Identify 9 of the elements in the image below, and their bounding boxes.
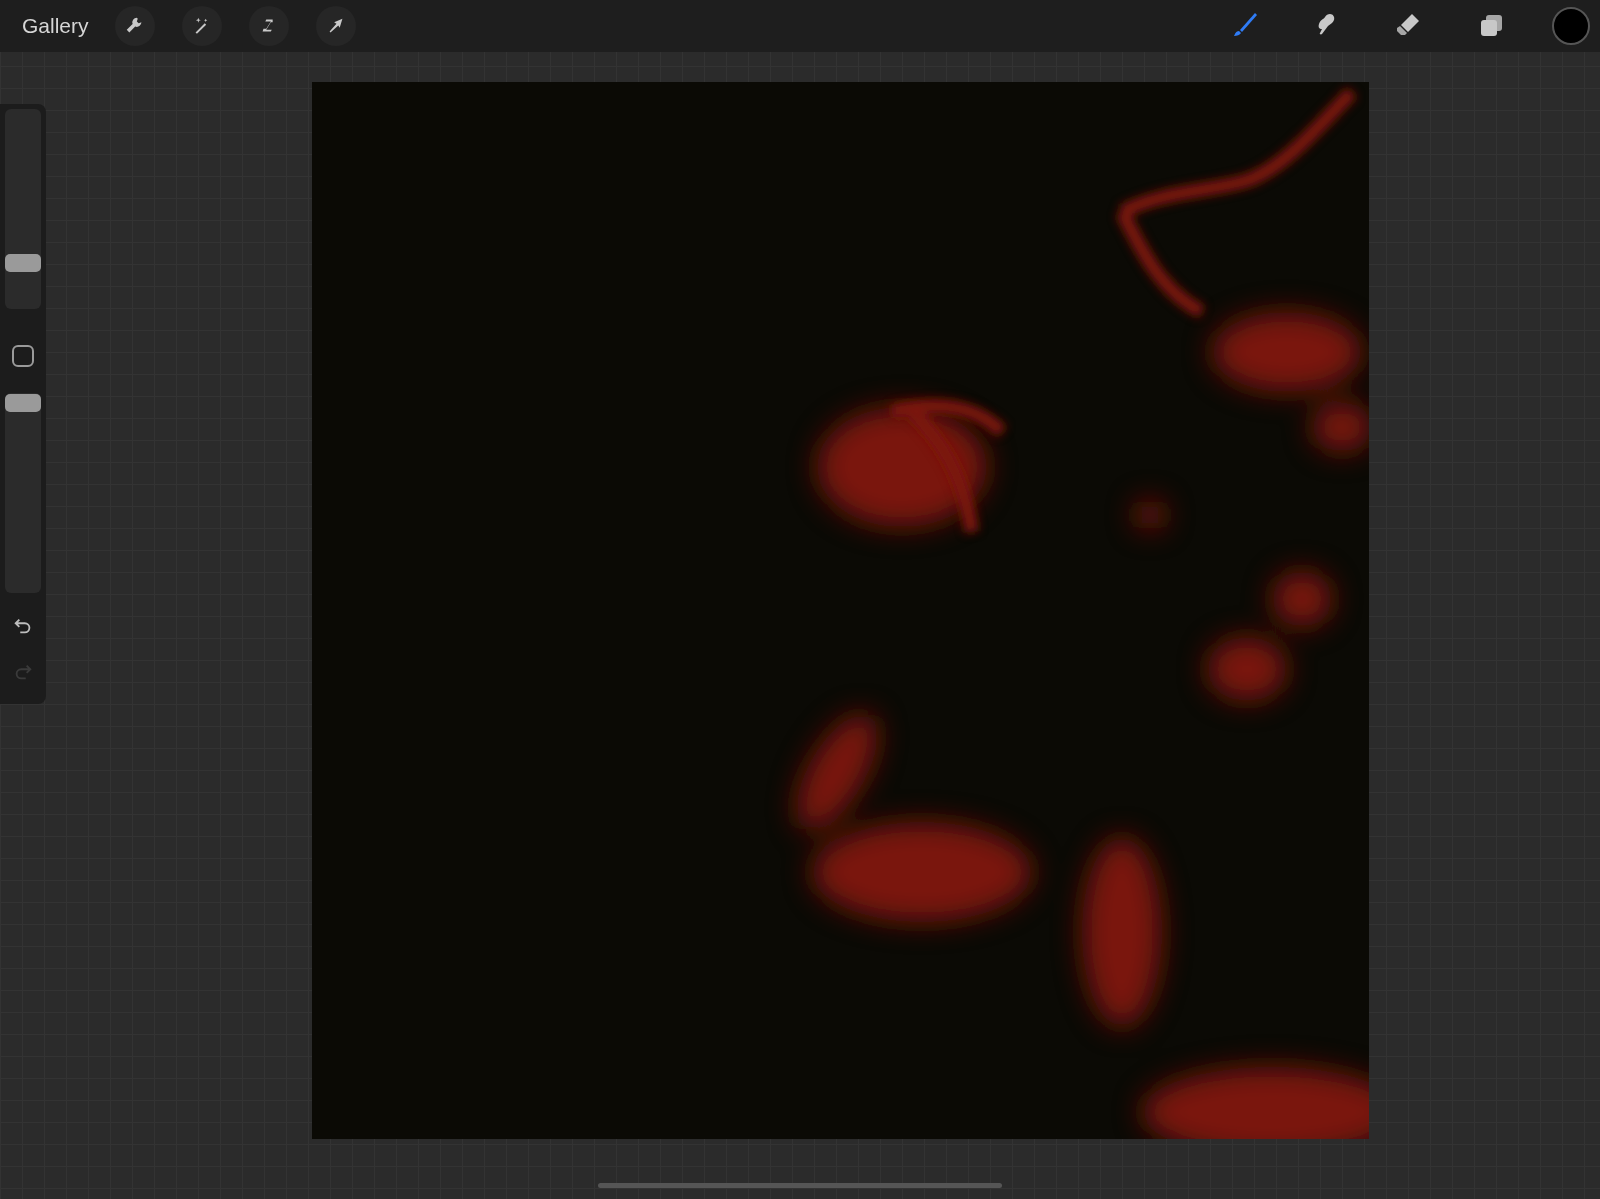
brush-size-slider[interactable] xyxy=(5,109,41,309)
color-swatch[interactable] xyxy=(1552,7,1590,45)
tool-button[interactable] xyxy=(114,6,155,46)
slider-thumb[interactable] xyxy=(5,394,41,412)
modify-button[interactable] xyxy=(12,345,34,367)
slider-thumb[interactable] xyxy=(5,254,41,272)
tool-button[interactable] xyxy=(315,6,356,46)
gallery-button[interactable]: Gallery xyxy=(18,10,93,42)
opacity-slider[interactable] xyxy=(5,393,41,593)
